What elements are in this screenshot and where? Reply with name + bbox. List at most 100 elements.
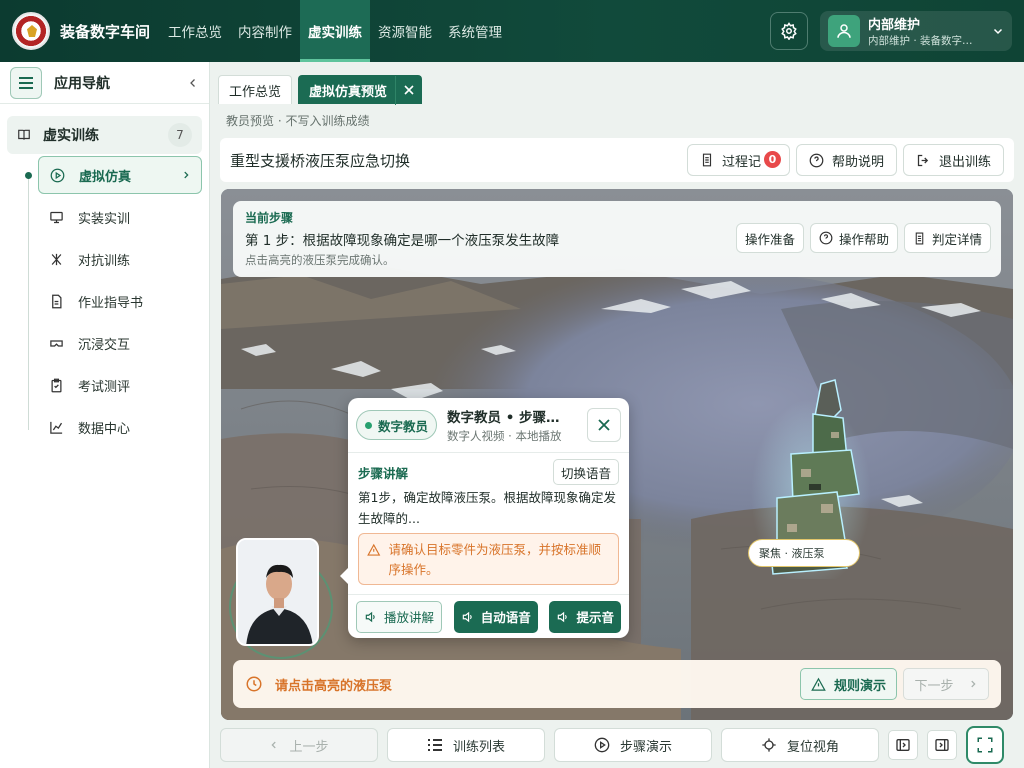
sidebar-item-immersive[interactable]: 沉浸交互 <box>38 324 202 362</box>
digital-teacher-panel: 数字教员 数字教员 • 步骤讲解 数字人视频 · 本地播放 步骤讲解 切换语音 … <box>340 398 629 638</box>
help-button[interactable]: 帮助说明 <box>795 144 897 176</box>
rule-demo-button[interactable]: 规则演示 <box>799 668 897 700</box>
sidebar-group-training[interactable]: 虚实训练 7 <box>7 116 202 154</box>
warning-box: 请确认目标零件为液压泵，并按标准顺序操作。 <box>358 533 619 585</box>
sidebar-group-count: 7 <box>168 123 192 147</box>
next-step-button[interactable]: 下一步 <box>903 668 989 700</box>
prompt-sound-button[interactable]: 提示音 <box>549 600 621 633</box>
sidebar-group-label: 虚实训练 <box>43 128 99 144</box>
prompt-sound-label: 提示音 <box>576 610 614 625</box>
warning-icon <box>811 677 826 691</box>
switch-voice-button[interactable]: 切换语音 <box>552 459 619 485</box>
menu-icon <box>19 76 33 89</box>
warning-text: 请确认目标零件为液压泵，并按标准顺序操作。 <box>388 542 602 577</box>
gear-icon <box>781 22 797 40</box>
question-circle-icon <box>819 231 833 245</box>
document-icon <box>51 294 61 308</box>
reset-view-label: 复位视角 <box>786 739 839 755</box>
close-tab-button[interactable] <box>395 75 421 105</box>
teacher-pill-label: 数字教员 <box>378 418 429 434</box>
step-demo-button[interactable]: 步骤演示 <box>554 728 712 762</box>
previous-step-button[interactable]: 上一步 <box>220 728 378 762</box>
user-icon <box>837 24 851 38</box>
judgement-detail-button[interactable]: 判定详情 <box>903 223 991 253</box>
user-menu[interactable]: 内部维护 内部维护 · 装备数字车间 <box>820 11 1012 51</box>
scene-header: 重型支援桥液压泵应急切换 过程记 0 帮助说明 退出训练 <box>220 138 1014 182</box>
sidebar-item-label: 沉浸交互 <box>78 337 131 353</box>
auto-voice-button[interactable]: 自动语音 <box>453 600 538 633</box>
logout-icon <box>917 154 929 166</box>
step-demo-label: 步骤演示 <box>619 739 672 755</box>
sidebar-item-work-guide[interactable]: 作业指导书 <box>38 282 202 320</box>
sidebar-item-data-center[interactable]: 数据中心 <box>38 408 202 446</box>
play-explain-label: 播放讲解 <box>384 610 435 625</box>
training-list-label: 训练列表 <box>452 739 505 755</box>
clock-icon <box>246 676 262 692</box>
sidebar-item-real-training[interactable]: 实装实训 <box>38 198 202 236</box>
close-icon <box>598 419 610 431</box>
exit-training-button[interactable]: 退出训练 <box>902 144 1004 176</box>
crosshair-icon <box>762 738 776 752</box>
sidebar-item-label: 考试测评 <box>78 379 131 395</box>
document-icon <box>915 232 924 244</box>
chevron-left-icon <box>271 741 277 749</box>
close-guide-button[interactable] <box>587 408 621 442</box>
sidebar-item-exam[interactable]: 考试测评 <box>38 366 202 404</box>
sidebar-item-label: 对抗训练 <box>78 253 131 269</box>
toggle-left-panel-button[interactable] <box>888 730 918 760</box>
tab-overview[interactable]: 工作总览 <box>218 75 293 104</box>
tab-virtual-preview[interactable]: 虚拟仿真预览 <box>298 75 423 105</box>
settings-button[interactable] <box>770 12 808 50</box>
user-name: 内部维护 <box>868 18 921 33</box>
process-record-label: 过程记 <box>721 154 761 170</box>
nav-item-overview[interactable]: 工作总览 <box>160 0 230 62</box>
swords-icon <box>51 253 61 265</box>
play-explain-button[interactable]: 播放讲解 <box>356 600 443 633</box>
nav-item-content[interactable]: 内容制作 <box>230 0 300 62</box>
sidebar-item-label: 数据中心 <box>78 421 131 437</box>
process-record-button[interactable]: 过程记 0 <box>686 144 790 176</box>
record-count-badge: 0 <box>763 151 781 168</box>
nav-item-resources[interactable]: 资源智能 <box>370 0 440 62</box>
operation-help-button[interactable]: 操作帮助 <box>809 223 898 253</box>
document-icon <box>702 153 712 167</box>
app-title: 装备数字车间 <box>60 22 151 41</box>
sidebar-item-virtual-sim[interactable]: 虚拟仿真 <box>38 156 202 194</box>
chevron-left-icon <box>190 78 195 87</box>
sidebar-item-confrontation[interactable]: 对抗训练 <box>38 240 202 278</box>
operation-prep-button[interactable]: 操作准备 <box>735 223 804 253</box>
sidebar-item-label: 实装实训 <box>78 211 131 227</box>
avatar <box>828 15 860 47</box>
emblem-logo <box>12 12 50 50</box>
operation-help-label: 操作帮助 <box>838 231 889 247</box>
play-circle-icon <box>594 737 610 753</box>
warning-icon <box>367 543 381 556</box>
explain-text: 第1步，确定故障液压泵。根据故障现象确定发生故障的... <box>358 490 616 526</box>
menu-toggle-button[interactable] <box>10 66 42 99</box>
user-org: 内部维护 · 装备数字车间 <box>868 35 980 47</box>
bottom-hint-bar: 请点击高亮的液压泵 规则演示 下一步 <box>233 660 1001 708</box>
explain-title: 步骤讲解 <box>358 465 409 481</box>
nav-item-system[interactable]: 系统管理 <box>440 0 510 62</box>
play-circle-icon <box>50 168 64 182</box>
sidebar-title: 应用导航 <box>54 75 110 92</box>
teacher-portrait <box>238 540 317 644</box>
collapse-sidebar-button[interactable] <box>187 77 199 89</box>
bottom-toolbar: 上一步 训练列表 步骤演示 复位视角 <box>220 726 1020 764</box>
top-bar: 装备数字车间 工作总览 内容制作 虚实训练 资源智能 系统管理 内部维护 内部维… <box>0 0 1024 62</box>
reset-view-button[interactable]: 复位视角 <box>721 728 879 762</box>
digital-teacher-avatar <box>236 538 319 646</box>
fullscreen-icon <box>977 737 993 753</box>
training-list-button[interactable]: 训练列表 <box>387 728 545 762</box>
clipboard-icon <box>51 378 61 392</box>
speaker-icon <box>462 611 472 622</box>
toggle-right-panel-button[interactable] <box>927 730 957 760</box>
fullscreen-button[interactable] <box>966 726 1004 764</box>
current-step-card: 当前步骤 第 1 步：根据故障现象确定是哪一个液压泵发生故障 点击高亮的液压泵完… <box>233 201 1001 277</box>
focus-label: 聚焦 · 液压泵 <box>748 539 860 567</box>
book-icon <box>18 129 30 140</box>
speaker-icon <box>558 611 568 622</box>
simulation-viewport[interactable]: 当前步骤 第 1 步：根据故障现象确定是哪一个液压泵发生故障 点击高亮的液压泵完… <box>221 189 1013 720</box>
close-icon <box>403 85 414 95</box>
nav-item-training[interactable]: 虚实训练 <box>300 0 371 62</box>
